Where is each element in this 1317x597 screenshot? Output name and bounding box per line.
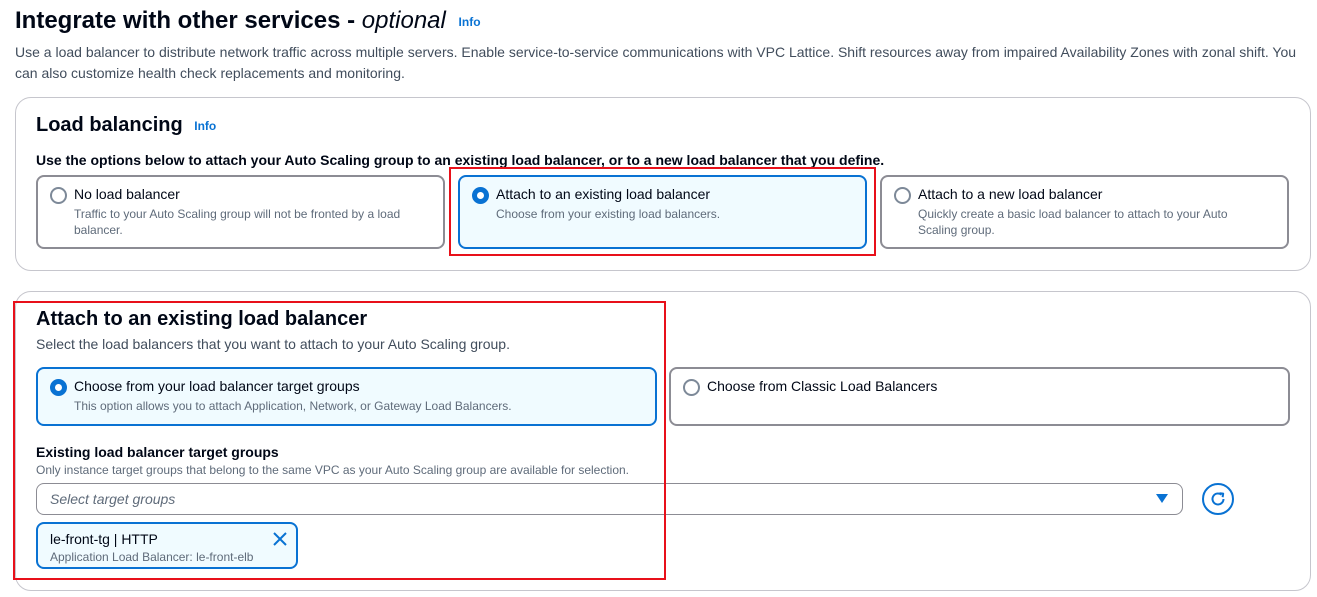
radio-attach-new[interactable] [894, 187, 911, 204]
target-groups-placeholder: Select target groups [50, 491, 176, 507]
target-groups-select[interactable]: Select target groups [36, 483, 1183, 515]
option-description: Quickly create a basic load balancer to … [918, 207, 1228, 237]
token-name: le-front-tg | HTTP [50, 531, 158, 547]
radio-target-groups[interactable] [50, 379, 67, 396]
load-balancing-title-text: Load balancing [36, 114, 183, 136]
section-info-link[interactable]: Info [459, 15, 481, 29]
attach-existing-title: Attach to an existing load balancer [36, 308, 368, 330]
option-description: Choose from your existing load balancers… [496, 207, 721, 221]
load-balancing-instruction: Use the options below to attach your Aut… [36, 152, 885, 168]
option-label: Attach to a new load balancer [918, 186, 1103, 202]
target-groups-description: Only instance target groups that belong … [36, 463, 630, 477]
radio-no-load-balancer[interactable] [50, 187, 67, 204]
option-label: No load balancer [74, 186, 180, 202]
load-balancing-info-link[interactable]: Info [194, 119, 216, 133]
radio-classic[interactable] [683, 379, 700, 396]
option-attach-existing-load-balancer[interactable]: Attach to an existing load balancer Choo… [458, 175, 867, 249]
option-description: Traffic to your Auto Scaling group will … [74, 207, 401, 237]
refresh-button[interactable] [1202, 483, 1234, 515]
option-label: Attach to an existing load balancer [496, 186, 711, 202]
option-label: Choose from Classic Load Balancers [707, 378, 938, 394]
option-target-groups[interactable]: Choose from your load balancer target gr… [36, 367, 657, 426]
option-description: This option allows you to attach Applica… [74, 399, 512, 413]
refresh-icon [1211, 492, 1225, 506]
caret-down-icon[interactable] [1156, 494, 1168, 503]
section-title-optional: optional [361, 7, 446, 34]
section-description: Use a load balancer to distribute networ… [15, 44, 1297, 81]
close-icon[interactable] [272, 531, 288, 547]
section-title: Integrate with other services - optional… [15, 7, 481, 35]
section-title-text: Integrate with other services - [15, 7, 362, 34]
target-groups-label: Existing load balancer target groups [36, 444, 279, 460]
radio-attach-existing[interactable] [472, 187, 489, 204]
option-attach-new-load-balancer[interactable]: Attach to a new load balancer Quickly cr… [880, 175, 1289, 249]
option-classic-load-balancers[interactable]: Choose from Classic Load Balancers [669, 367, 1290, 426]
selected-target-group-token: le-front-tg | HTTP Application Load Bala… [36, 522, 298, 569]
load-balancing-title: Load balancing Info [36, 114, 216, 137]
attach-existing-description: Select the load balancers that you want … [36, 336, 510, 352]
token-detail: Application Load Balancer: le-front-elb [50, 550, 254, 564]
option-label: Choose from your load balancer target gr… [74, 378, 360, 394]
option-no-load-balancer[interactable]: No load balancer Traffic to your Auto Sc… [36, 175, 445, 249]
